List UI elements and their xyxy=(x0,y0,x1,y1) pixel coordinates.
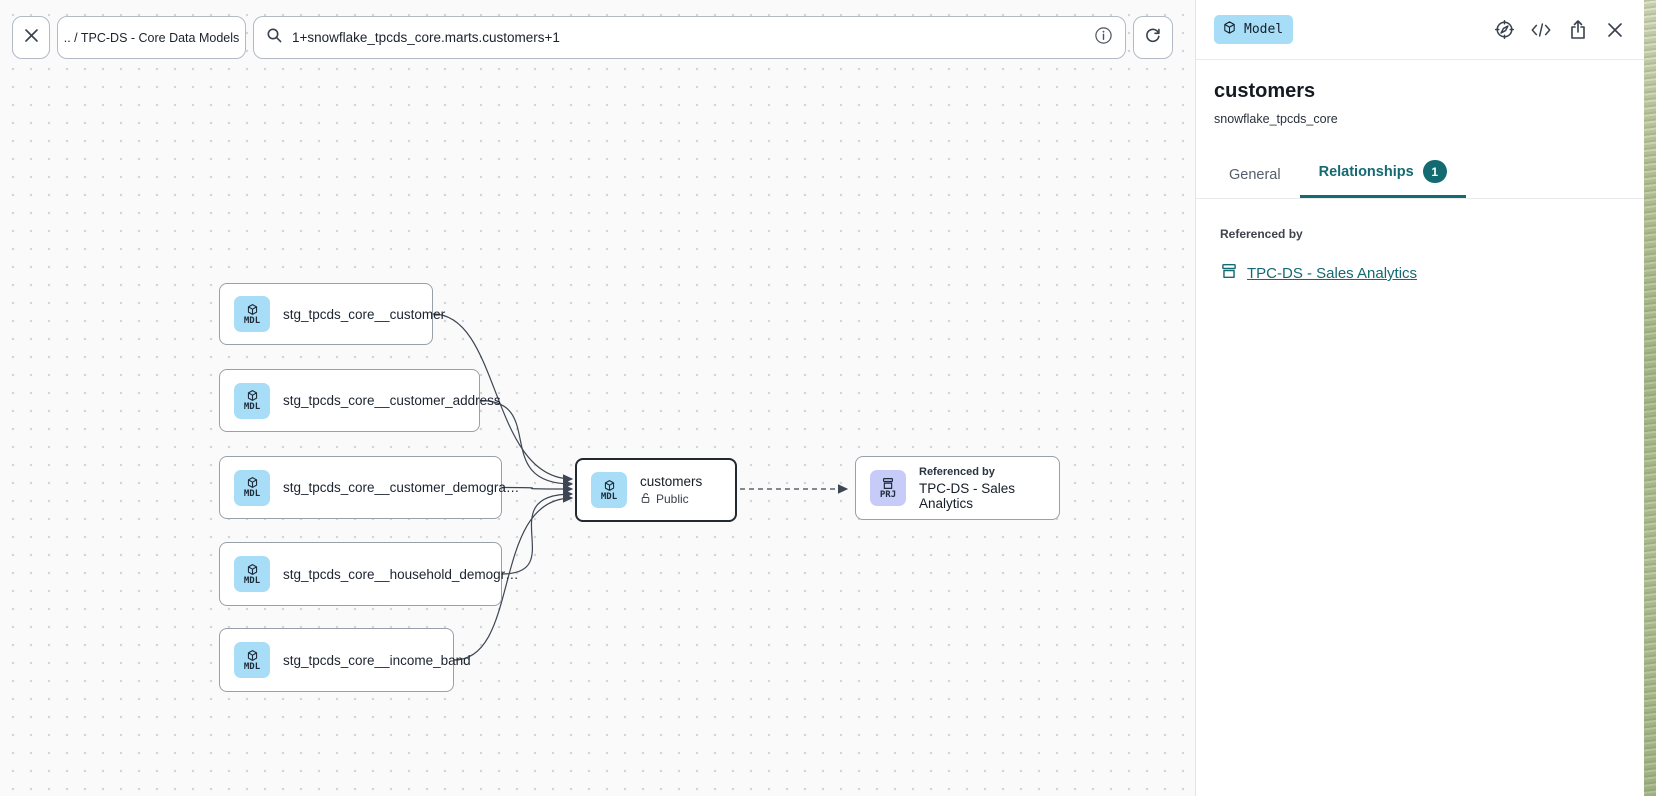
reference-row: TPC-DS - Sales Analytics xyxy=(1220,262,1626,285)
lineage-canvas[interactable]: MDLstg_tpcds_core__customerMDLstg_tpcds_… xyxy=(0,0,1195,796)
search-input[interactable]: 1+snowflake_tpcds_core.marts.customers+1 xyxy=(253,16,1126,59)
graph-node-reference-project[interactable]: PRJ Referenced by TPC-DS - Sales Analytics xyxy=(855,456,1060,520)
relationships-count-badge: 1 xyxy=(1423,160,1447,183)
tab-relationships-label: Relationships xyxy=(1319,164,1414,180)
panel-tabbar: General Relationships 1 xyxy=(1196,150,1644,199)
panel-title: customers xyxy=(1214,80,1626,103)
cube-icon xyxy=(1222,20,1237,39)
project-icon xyxy=(1220,262,1238,285)
model-badge-icon: MDL xyxy=(234,296,270,332)
referenced-by-label: Referenced by xyxy=(1220,227,1626,241)
node-label: stg_tpcds_core__income_band xyxy=(283,653,471,668)
info-icon[interactable] xyxy=(1094,26,1113,50)
panel-actions xyxy=(1493,19,1626,41)
node-kicker: Referenced by xyxy=(919,466,1045,478)
model-type-badge: Model xyxy=(1214,15,1293,44)
wallpaper-strip xyxy=(1644,0,1656,796)
graph-node-source[interactable]: MDLstg_tpcds_core__customer_demogra… xyxy=(219,456,502,519)
reference-project-link[interactable]: TPC-DS - Sales Analytics xyxy=(1247,265,1417,282)
model-type-label: Model xyxy=(1244,22,1283,37)
project-badge-icon: PRJ xyxy=(870,470,906,506)
panel-subtitle: snowflake_tpcds_core xyxy=(1214,112,1626,126)
node-label: stg_tpcds_core__household_demogr… xyxy=(283,567,519,582)
detail-panel: Model customers snowflake_tpcds_core xyxy=(1195,0,1644,796)
panel-header: Model xyxy=(1196,0,1644,60)
tab-relationships[interactable]: Relationships 1 xyxy=(1300,150,1466,198)
model-badge-icon: MDL xyxy=(234,470,270,506)
graph-node-source[interactable]: MDLstg_tpcds_core__income_band xyxy=(219,628,454,692)
relationships-content: Referenced by TPC-DS - Sales Analytics xyxy=(1196,199,1644,285)
graph-node-source[interactable]: MDLstg_tpcds_core__customer_address xyxy=(219,369,480,432)
lineage-edges xyxy=(0,0,1195,796)
graph-node-model-customers[interactable]: MDL customers Public xyxy=(575,458,737,522)
breadcrumb[interactable]: .. / TPC-DS - Core Data Models xyxy=(57,16,246,59)
breadcrumb-label: .. / TPC-DS - Core Data Models xyxy=(64,31,240,45)
close-lineage-button[interactable] xyxy=(12,16,50,59)
compass-icon[interactable] xyxy=(1493,19,1515,41)
model-badge-icon: MDL xyxy=(234,556,270,592)
model-badge-icon: MDL xyxy=(234,383,270,419)
search-icon xyxy=(266,27,283,49)
refresh-button[interactable] xyxy=(1133,16,1173,59)
close-icon[interactable] xyxy=(1604,19,1626,41)
node-title: TPC-DS - Sales Analytics xyxy=(919,481,1045,511)
graph-node-source[interactable]: MDLstg_tpcds_core__customer xyxy=(219,283,433,345)
node-title: customers xyxy=(640,474,702,489)
graph-node-source[interactable]: MDLstg_tpcds_core__household_demogr… xyxy=(219,542,502,606)
tab-general-label: General xyxy=(1229,167,1281,183)
node-label: stg_tpcds_core__customer_demogra… xyxy=(283,480,519,495)
node-visibility: Public xyxy=(640,492,702,507)
search-value: 1+snowflake_tpcds_core.marts.customers+1 xyxy=(292,30,1085,45)
refresh-icon xyxy=(1144,26,1162,49)
tab-general[interactable]: General xyxy=(1210,157,1300,198)
close-icon xyxy=(23,27,40,49)
lock-open-icon xyxy=(640,492,651,507)
node-label: stg_tpcds_core__customer_address xyxy=(283,393,501,408)
share-icon[interactable] xyxy=(1567,19,1589,41)
model-badge-icon: MDL xyxy=(591,472,627,508)
node-label: stg_tpcds_core__customer xyxy=(283,307,445,322)
canvas-toolbar: .. / TPC-DS - Core Data Models 1+snowfla… xyxy=(12,16,1173,59)
code-icon[interactable] xyxy=(1530,19,1552,41)
model-badge-icon: MDL xyxy=(234,642,270,678)
panel-title-block: customers snowflake_tpcds_core xyxy=(1196,60,1644,126)
app-window: MDLstg_tpcds_core__customerMDLstg_tpcds_… xyxy=(0,0,1656,796)
